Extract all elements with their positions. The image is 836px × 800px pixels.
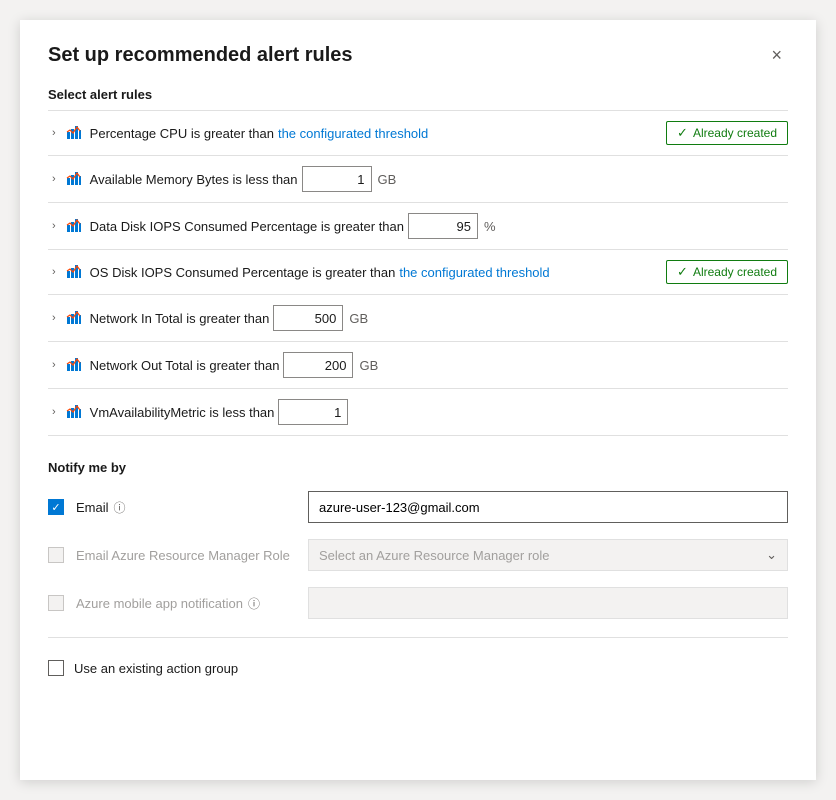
expand-icon-cpu[interactable]: › (48, 125, 60, 141)
notify-label-mobile: Azure mobile app notificationⓘ (76, 595, 296, 612)
notify-me-by-label: Notify me by (48, 460, 788, 475)
rule-row-os_disk: › OS Disk IOPS Consumed Percentage is gr… (48, 250, 788, 295)
rule-text-disk_iops: Data Disk IOPS Consumed Percentage is gr… (90, 213, 776, 239)
rule-row-vm_availability: › VmAvailabilityMetric is less than (48, 389, 788, 436)
divider (48, 637, 788, 638)
rule-action-os_disk: ✓ Already created (666, 260, 788, 284)
metric-icon-network_out (66, 356, 82, 375)
metric-icon-disk_iops (66, 217, 82, 236)
already-created-badge-os_disk: ✓ Already created (666, 260, 788, 284)
notify-row-email: ✓ Emailⓘ (48, 483, 788, 531)
notify-row-email_arm: Email Azure Resource Manager Role Select … (48, 531, 788, 579)
select-alert-rules-label: Select alert rules (48, 87, 788, 102)
chevron-down-icon: ⌄ (766, 547, 777, 563)
badge-text-os_disk: Already created (693, 265, 777, 279)
notify-email-input[interactable] (308, 491, 788, 523)
check-icon-cpu: ✓ (677, 125, 688, 141)
metric-icon-vm_availability (66, 403, 82, 422)
notify-mobile-input (308, 587, 788, 619)
notify-label-email_arm: Email Azure Resource Manager Role (76, 548, 296, 563)
close-button[interactable]: × (765, 44, 788, 66)
rule-text-vm_availability: VmAvailabilityMetric is less than (90, 399, 776, 425)
metric-icon-cpu (66, 124, 82, 143)
rule-row-network_in: › Network In Total is greater than GB (48, 295, 788, 342)
expand-icon-network_out[interactable]: › (48, 357, 60, 373)
action-group-label: Use an existing action group (74, 661, 238, 676)
rule-text-os_disk: OS Disk IOPS Consumed Percentage is grea… (90, 265, 654, 280)
expand-icon-memory[interactable]: › (48, 171, 60, 187)
info-icon-email[interactable]: ⓘ (114, 499, 126, 516)
expand-icon-os_disk[interactable]: › (48, 264, 60, 280)
rule-row-network_out: › Network Out Total is greater than GB (48, 342, 788, 389)
rule-text-network_out: Network Out Total is greater than GB (90, 352, 776, 378)
info-icon-mobile[interactable]: ⓘ (248, 595, 260, 612)
rule-unit-network_in: GB (349, 311, 368, 326)
notify-arm-role-select[interactable]: Select an Azure Resource Manager role ⌄ (308, 539, 788, 571)
rule-link-os_disk: the configurated threshold (399, 265, 549, 280)
expand-icon-network_in[interactable]: › (48, 310, 60, 326)
rule-input-memory[interactable] (302, 166, 372, 192)
rule-row-disk_iops: › Data Disk IOPS Consumed Percentage is … (48, 203, 788, 250)
notify-arm-placeholder: Select an Azure Resource Manager role (319, 548, 550, 563)
already-created-badge-cpu: ✓ Already created (666, 121, 788, 145)
metric-icon-memory (66, 170, 82, 189)
rule-unit-network_out: GB (359, 358, 378, 373)
rules-list: › Percentage CPU is greater than the con… (48, 110, 788, 436)
set-up-alert-rules-dialog: Set up recommended alert rules × Select … (20, 20, 816, 780)
notify-checkbox-mobile[interactable] (48, 595, 64, 611)
rule-row-cpu: › Percentage CPU is greater than the con… (48, 111, 788, 156)
dialog-header: Set up recommended alert rules × (48, 44, 788, 67)
badge-text-cpu: Already created (693, 126, 777, 140)
notify-checkbox-email_arm[interactable] (48, 547, 64, 563)
rule-action-cpu: ✓ Already created (666, 121, 788, 145)
notify-checkbox-email[interactable]: ✓ (48, 499, 64, 515)
action-group-checkbox[interactable] (48, 660, 64, 676)
notify-row-mobile: Azure mobile app notificationⓘ (48, 579, 788, 627)
rule-input-disk_iops[interactable] (408, 213, 478, 239)
rule-text-memory: Available Memory Bytes is less than GB (90, 166, 776, 192)
expand-icon-vm_availability[interactable]: › (48, 404, 60, 420)
notify-label-email: Emailⓘ (76, 499, 296, 516)
rule-link-cpu: the configurated threshold (278, 126, 428, 141)
rule-input-network_in[interactable] (273, 305, 343, 331)
rule-text-network_in: Network In Total is greater than GB (90, 305, 776, 331)
rule-unit-memory: GB (378, 172, 397, 187)
dialog-title: Set up recommended alert rules (48, 44, 353, 67)
rule-unit-disk_iops: % (484, 219, 496, 234)
rule-text-cpu: Percentage CPU is greater than the confi… (90, 126, 654, 141)
action-group-row: Use an existing action group (48, 648, 788, 688)
metric-icon-os_disk (66, 263, 82, 282)
rule-input-network_out[interactable] (283, 352, 353, 378)
rule-row-memory: › Available Memory Bytes is less than GB (48, 156, 788, 203)
metric-icon-network_in (66, 309, 82, 328)
expand-icon-disk_iops[interactable]: › (48, 218, 60, 234)
check-icon-os_disk: ✓ (677, 264, 688, 280)
rule-input-vm_availability[interactable] (278, 399, 348, 425)
notify-section: Notify me by ✓ Emailⓘ Email Azure Resource… (48, 456, 788, 688)
